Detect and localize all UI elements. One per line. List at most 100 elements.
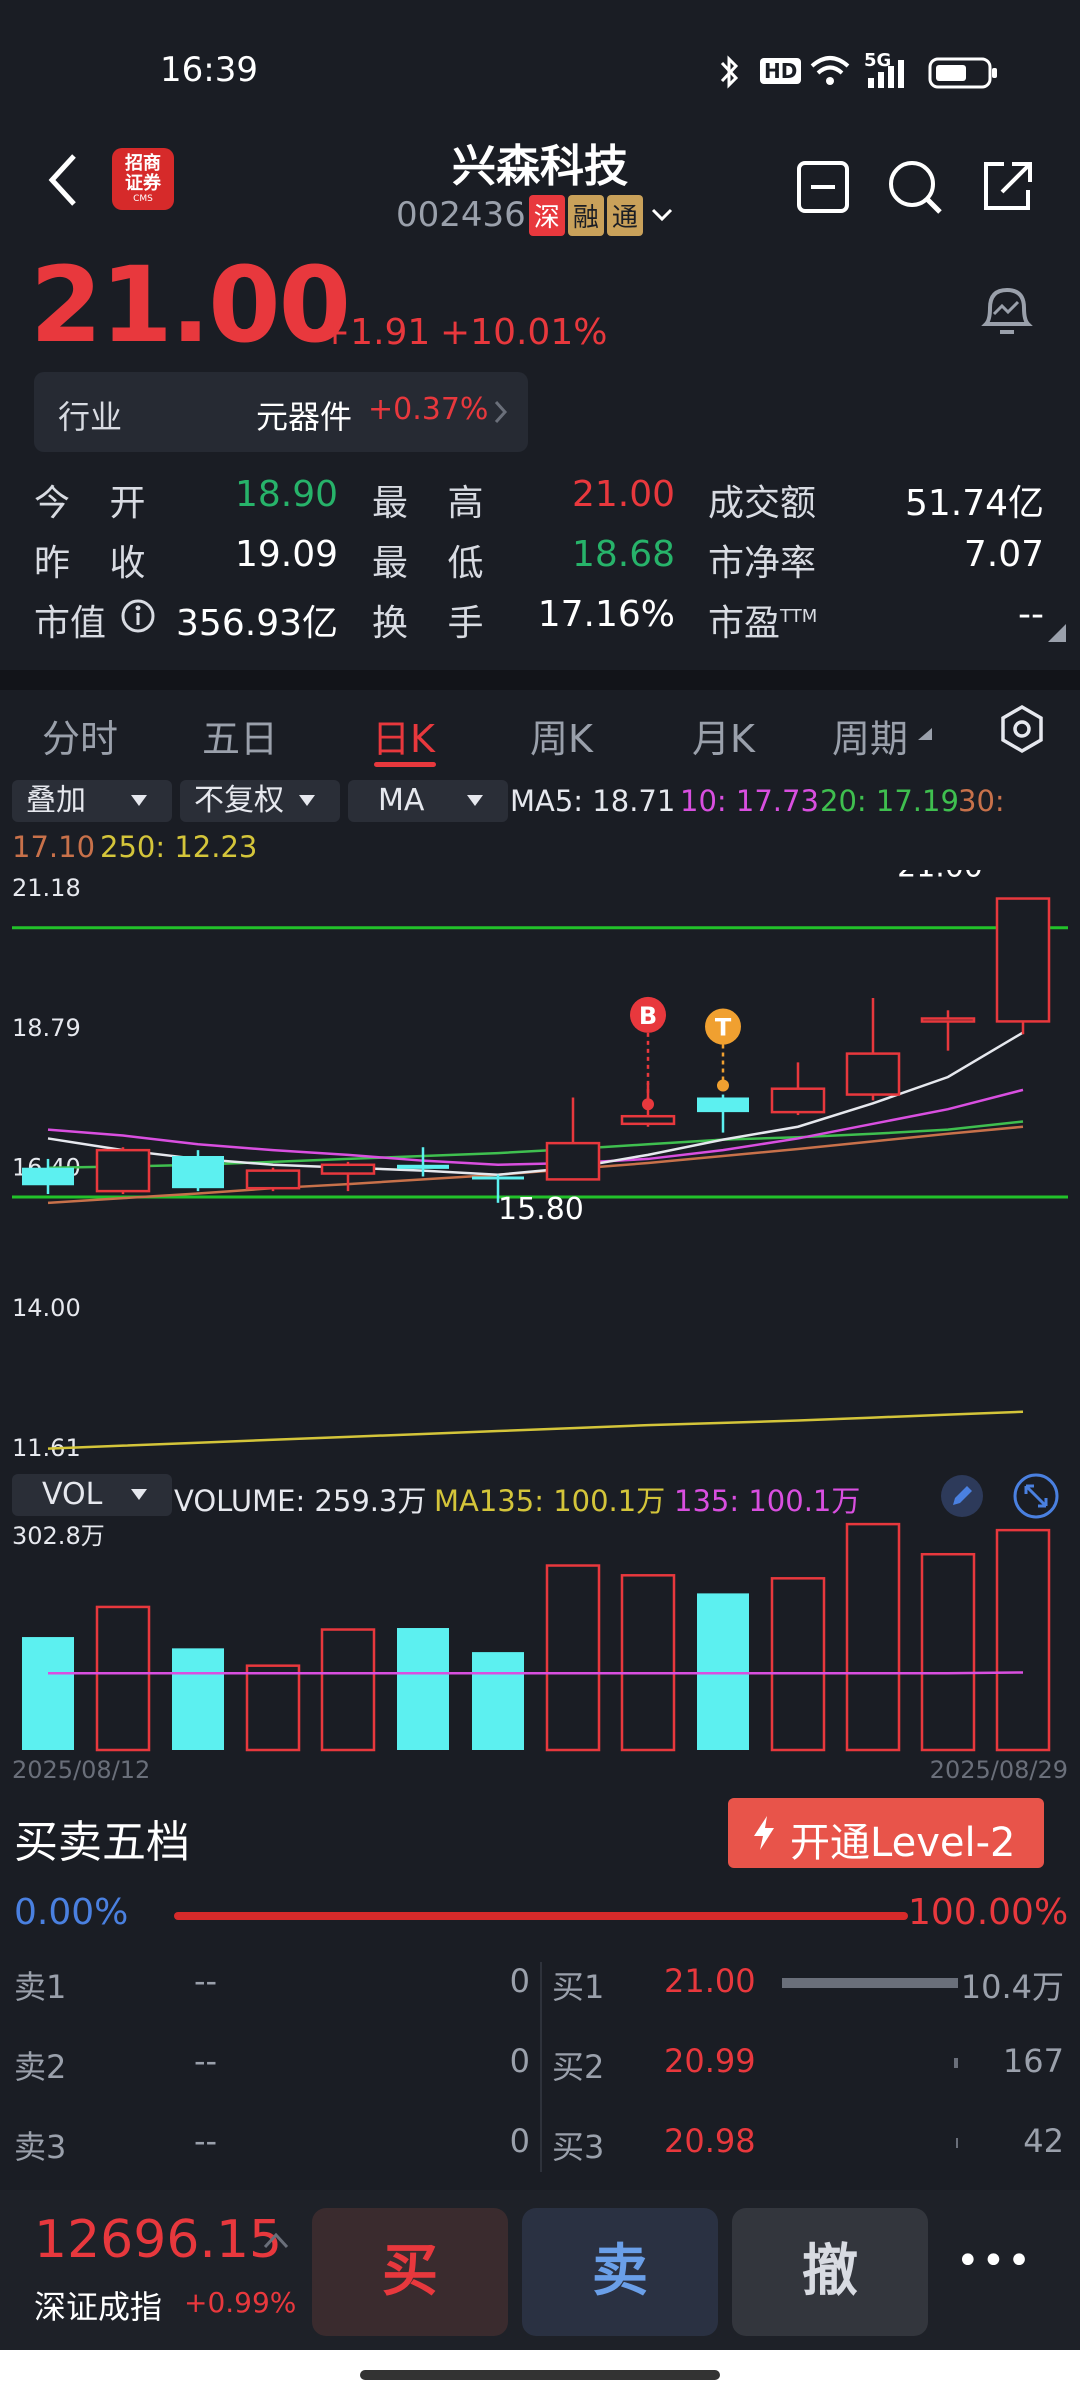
marker-dot bbox=[642, 1098, 654, 1111]
high-price-label: 21.00 bbox=[897, 870, 983, 885]
cancel-button[interactable]: 撤 bbox=[732, 2208, 928, 2336]
volume-bar bbox=[920, 1552, 976, 1752]
battery-icon bbox=[928, 57, 997, 89]
info-icon[interactable] bbox=[120, 598, 156, 634]
stat-high-label: 最 高 bbox=[372, 483, 498, 524]
home-indicator[interactable] bbox=[360, 2370, 720, 2380]
bluetooth-icon bbox=[720, 55, 739, 89]
volume-bar bbox=[770, 1577, 826, 1752]
sell-level-qty: 0 bbox=[509, 2042, 530, 2080]
stat-prevclose-value: 19.09 bbox=[234, 534, 338, 575]
tab-intraday[interactable]: 分时 bbox=[42, 708, 118, 763]
candlestick-chart[interactable]: 21.1818.7916.4014.0011.61BT21.0015.80 bbox=[0, 870, 1080, 1470]
chevron-right-icon bbox=[494, 400, 508, 424]
industry-pill[interactable]: 行业 元器件 +0.37% bbox=[34, 372, 528, 452]
candle-body bbox=[95, 1148, 151, 1193]
candle-body bbox=[770, 1087, 826, 1114]
candle-body bbox=[920, 1017, 976, 1023]
candle-body bbox=[697, 1097, 749, 1113]
adjust-dropdown[interactable]: 不复权 bbox=[180, 780, 340, 822]
ma5-legend: MA5: 18.71 bbox=[510, 784, 676, 818]
status-bar: 16:39 HD 5G bbox=[0, 0, 1080, 130]
market-tag-tong: 通 bbox=[606, 194, 643, 236]
ma250-line bbox=[47, 1410, 1024, 1450]
candle-body bbox=[397, 1164, 449, 1169]
indicator-dropdown[interactable]: MA bbox=[348, 780, 508, 822]
price-alert-icon[interactable] bbox=[976, 280, 1038, 342]
caret-down-icon bbox=[131, 795, 147, 806]
market-tag-shen: 深 bbox=[528, 194, 565, 236]
order-book: 买卖五档 开通Level-2 0.00% 100.00% 卖1 -- 0 卖2 -- 0 卖… bbox=[0, 1786, 1080, 2186]
sell-level-price: -- bbox=[194, 2042, 218, 2080]
candle-body bbox=[172, 1156, 224, 1189]
buy-button[interactable]: 买 bbox=[312, 2208, 508, 2336]
stat-amount-value: 51.74亿 bbox=[904, 483, 1044, 524]
volume-indicator-dropdown[interactable]: VOL bbox=[12, 1474, 172, 1516]
footer-bar: 12696.15 深证成指 +0.99% 买 卖 撤 ••• bbox=[0, 2190, 1080, 2350]
stat-low-label: 最 低 bbox=[372, 543, 498, 584]
index-change: +0.99% bbox=[184, 2286, 297, 2319]
orderbook-title: 买卖五档 bbox=[14, 1817, 190, 1868]
edit-icon[interactable] bbox=[940, 1474, 984, 1518]
ma250-legend: 250: 12.23 bbox=[100, 830, 258, 864]
volume-135-legend: 135: 100.1万 bbox=[674, 1484, 861, 1518]
candle bbox=[770, 1062, 826, 1116]
volume-chart[interactable]: 302.8万 2025/08/12 2025/08/29 bbox=[0, 1516, 1080, 1784]
index-value: 12696.15 bbox=[34, 2210, 283, 2270]
stat-pb-label: 市净率 bbox=[708, 543, 817, 584]
index-ticker[interactable]: 12696.15 深证成指 +0.99% bbox=[0, 2190, 300, 2350]
volume-max-label: 302.8万 bbox=[12, 1522, 105, 1550]
ma30-legend: 30: bbox=[958, 784, 1005, 818]
share-icon[interactable] bbox=[978, 158, 1036, 216]
caret-down-icon bbox=[467, 795, 483, 806]
sell-level-price: -- bbox=[194, 2122, 218, 2160]
level2-button[interactable]: 开通Level-2 bbox=[728, 1798, 1044, 1868]
back-icon[interactable] bbox=[44, 150, 84, 210]
tab-five-day[interactable]: 五日 bbox=[202, 708, 278, 763]
sell-button[interactable]: 卖 bbox=[522, 2208, 718, 2336]
volume-ma-line bbox=[48, 1671, 1024, 1675]
wifi-icon bbox=[810, 56, 850, 85]
fullscreen-icon[interactable] bbox=[1012, 1472, 1060, 1520]
chart-tabs: 分时 五日 日K 周K 月K 周期 bbox=[0, 690, 1080, 774]
chevron-down-icon bbox=[651, 208, 672, 222]
buy-level-price: 20.98 bbox=[664, 2122, 756, 2160]
buy-level-price: 21.00 bbox=[664, 1962, 756, 2000]
candle bbox=[320, 1161, 376, 1192]
minus-square-icon[interactable] bbox=[796, 160, 850, 214]
hd-badge: HD bbox=[760, 58, 802, 84]
candle-body bbox=[845, 1052, 901, 1096]
expand-corner-icon[interactable] bbox=[1046, 622, 1068, 644]
ma20-legend: 20: 17.19 bbox=[820, 784, 959, 818]
stock-code: 002436 bbox=[396, 195, 526, 235]
stat-low-value: 18.68 bbox=[571, 534, 675, 575]
ma10-legend: 10: 17.73 bbox=[680, 784, 819, 818]
stat-prevclose-label: 昨 收 bbox=[34, 543, 160, 584]
volume-bar bbox=[95, 1605, 151, 1752]
marker-label: T bbox=[715, 1014, 732, 1042]
volume-bar bbox=[22, 1637, 74, 1750]
stat-mktcap-label: 市值 bbox=[34, 603, 107, 644]
sell-level-price: -- bbox=[194, 1962, 218, 2000]
more-icon[interactable]: ••• bbox=[956, 2238, 1033, 2284]
tab-period[interactable]: 周期 bbox=[832, 708, 908, 763]
candle-body bbox=[620, 1114, 676, 1126]
buy-level-price: 20.99 bbox=[664, 2042, 756, 2080]
sell-level-label: 卖2 bbox=[14, 2048, 67, 2086]
stock-name: 兴森科技 bbox=[452, 141, 628, 192]
volume-bar bbox=[172, 1648, 224, 1750]
candle-body bbox=[472, 1176, 524, 1180]
search-icon[interactable] bbox=[886, 158, 944, 216]
candle-body bbox=[22, 1167, 74, 1186]
marker-dot bbox=[717, 1079, 729, 1092]
sell-ratio: 0.00% bbox=[14, 1892, 129, 1933]
tab-weekly-k[interactable]: 周K bbox=[530, 708, 593, 763]
sell-level-label: 卖3 bbox=[14, 2128, 67, 2166]
price-change-pct: +10.01% bbox=[440, 312, 608, 353]
tab-monthly-k[interactable]: 月K bbox=[692, 708, 755, 763]
tab-daily-k[interactable]: 日K bbox=[372, 708, 435, 763]
y-tick-label: 21.18 bbox=[12, 874, 81, 902]
overlay-dropdown[interactable]: 叠加 bbox=[12, 780, 172, 822]
settings-icon[interactable] bbox=[998, 704, 1046, 754]
stock-code-row[interactable]: 002436 深 融 通 bbox=[396, 192, 677, 238]
